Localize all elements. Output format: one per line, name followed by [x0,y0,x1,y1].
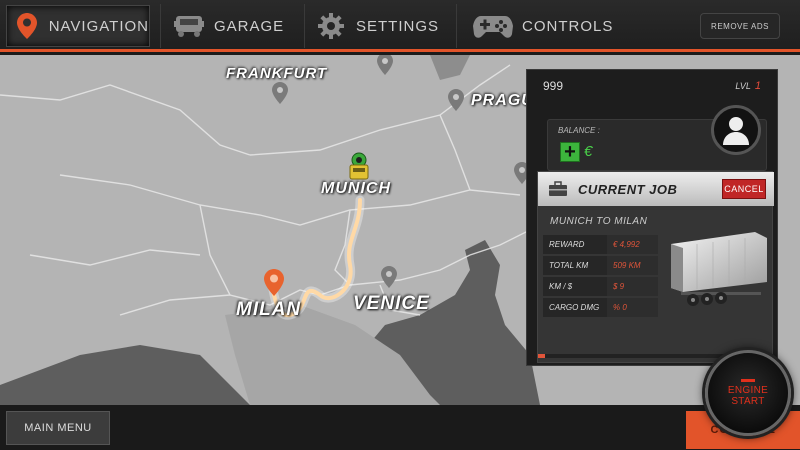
city-pin-icon[interactable] [272,82,288,104]
job-row-total-km: TOTAL KM 509 KM [543,256,658,275]
job-progress-fill [538,354,546,358]
tab-settings[interactable]: SETTINGS [314,5,444,47]
job-row-value: $ 9 [607,277,658,296]
city-pin-icon[interactable] [381,266,397,288]
main-menu-button[interactable]: MAIN MENU [6,411,110,445]
tab-controls-label: CONTROLS [522,17,614,35]
level-value: 1 [754,80,761,92]
engine-label-line2: START [731,396,765,407]
tab-navigation-label: NAVIGATION [48,17,149,35]
job-row-reward: REWARD € 4,992 [543,235,658,254]
job-row-key: REWARD [543,235,607,254]
city-pin-icon[interactable] [377,55,393,75]
top-nav-bar: NAVIGATION GARAGE SETTINGS CONTROLS REMO… [0,0,800,52]
avatar[interactable] [711,105,761,155]
job-route: MUNICH TO MILAN [550,216,648,227]
balance-label: BALANCE : [558,126,600,135]
job-row-value: 509 KM [607,256,658,275]
tab-garage[interactable]: GARAGE [172,5,296,47]
briefcase-icon [548,181,568,197]
job-row-km-per-dollar: KM / $ $ 9 [543,277,658,296]
gamepad-icon [472,12,514,40]
engine-start-button[interactable]: ENGINE START [705,350,791,436]
city-pin-icon[interactable] [448,89,464,111]
job-details: REWARD € 4,992 TOTAL KM 509 KM KM / $ $ … [543,235,658,319]
engine-label-line1: ENGINE [727,385,769,396]
remove-ads-button[interactable]: REMOVE ADS [700,13,780,39]
user-icon [723,117,749,145]
gear-icon [314,12,348,40]
currency-symbol: € [584,143,593,160]
player-panel: 999 LVL 1 BALANCE : + € CURRENT JOB CANCE… [526,69,778,366]
current-job-card: CURRENT JOB CANCEL MUNICH TO MILAN REWAR… [537,171,774,363]
cancel-job-button[interactable]: CANCEL [722,179,766,199]
destination-pin-icon[interactable] [264,269,284,296]
engine-indicator-icon [741,379,755,382]
tab-controls[interactable]: CONTROLS [472,5,622,47]
job-row-key: KM / $ [543,277,607,296]
map-pin-icon [13,12,41,40]
city-label-milan[interactable]: MILAN [236,299,301,321]
tab-settings-label: SETTINGS [356,17,440,35]
bottom-bar: MAIN MENU CONTINUE [0,405,800,450]
truck-icon [172,12,206,40]
tab-navigation[interactable]: NAVIGATION [6,5,150,47]
add-balance-button[interactable]: + [560,142,580,162]
job-row-key: TOTAL KM [543,256,607,275]
job-row-key: CARGO DMG [543,298,607,317]
money-value: 999 [543,79,564,93]
current-job-header: CURRENT JOB CANCEL [538,172,774,206]
city-label-venice[interactable]: VENICE [353,293,430,315]
job-row-value: € 4,992 [607,235,658,254]
job-row-cargo-dmg: CARGO DMG % 0 [543,298,658,317]
truck-marker-icon [349,152,369,180]
level-indicator: LVL 1 [735,80,761,92]
job-row-value: % 0 [607,298,658,317]
city-label-munich[interactable]: MUNICH [321,180,391,198]
level-label: LVL [735,81,751,91]
trailer-image [671,232,767,306]
current-job-title: CURRENT JOB [578,181,678,197]
city-label-frankfurt[interactable]: FRANKFURT [226,65,327,82]
tab-garage-label: GARAGE [214,17,285,35]
